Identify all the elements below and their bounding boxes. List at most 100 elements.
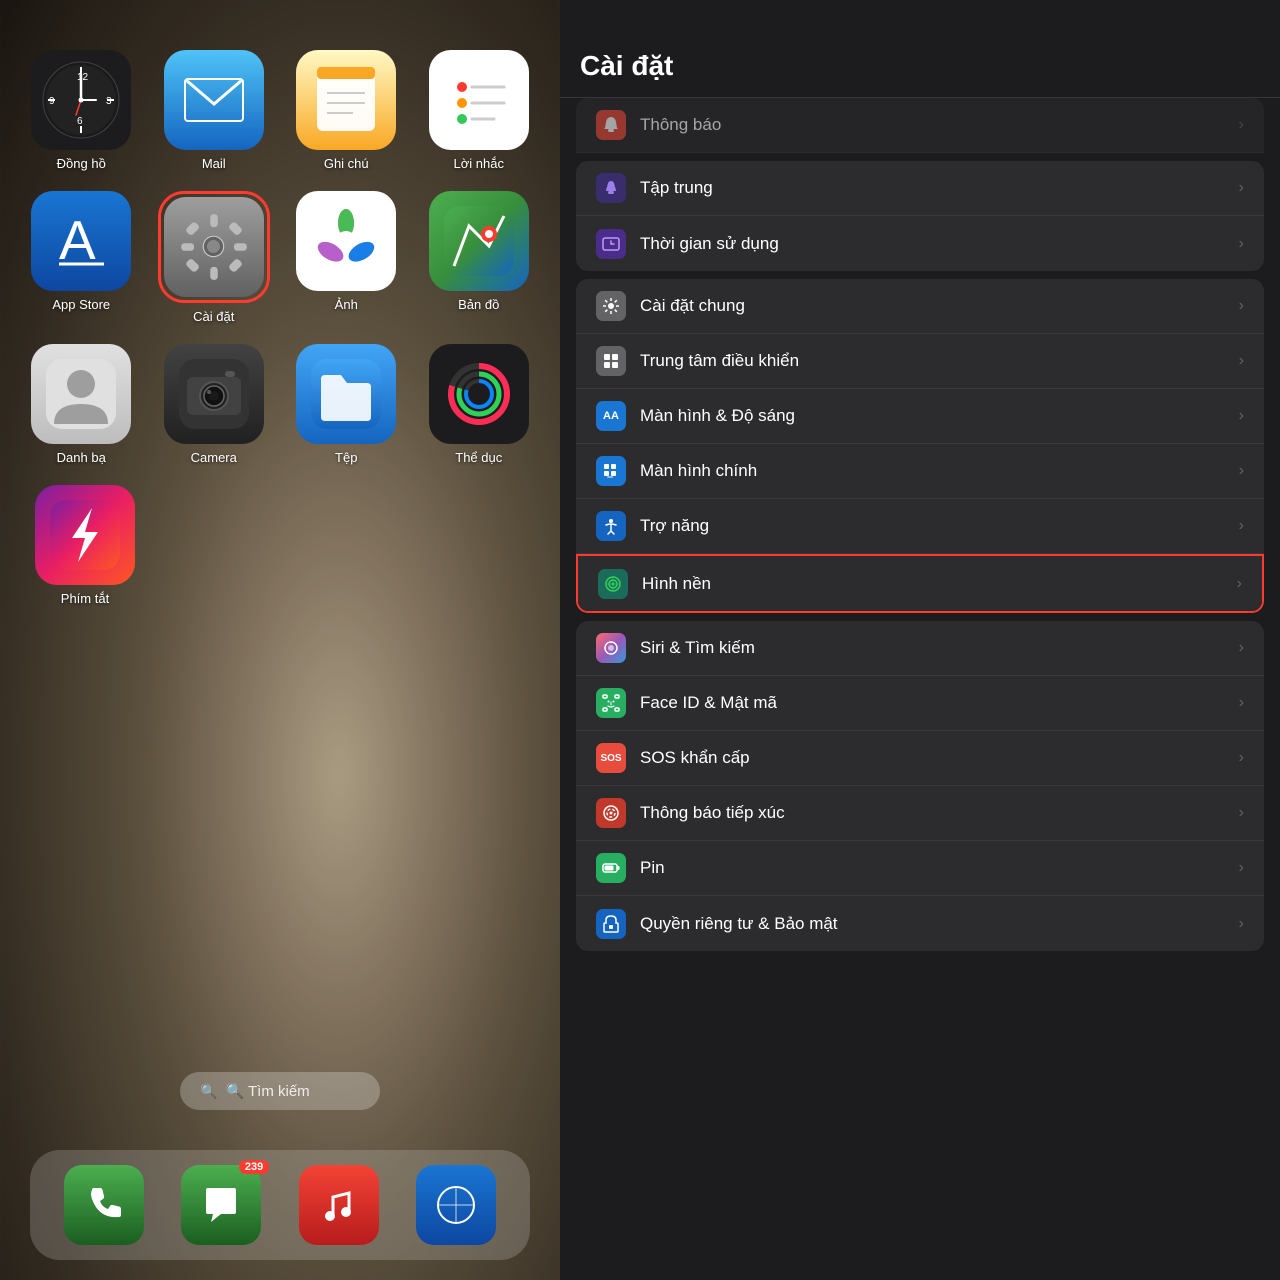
maps-icon	[429, 191, 529, 291]
battery-row-icon	[596, 853, 626, 883]
reminders-label: Lời nhắc	[454, 156, 504, 171]
home-screen-panel: 12 6 9 3 Đồng hồ	[0, 0, 560, 1280]
siri-label: Siri & Tìm kiếm	[640, 638, 1239, 658]
mail-icon	[164, 50, 264, 150]
search-bar-text: 🔍 Tìm kiếm	[225, 1082, 309, 1100]
contact-tracing-chevron: ›	[1239, 804, 1244, 822]
app-item-files[interactable]: Tệp	[285, 344, 408, 465]
settings-label: Cài đặt	[193, 309, 234, 324]
app-item-photos[interactable]: Ảnh	[285, 191, 408, 324]
notifications-label: Thông báo	[640, 115, 1239, 135]
app-item-appstore[interactable]: A App Store	[20, 191, 143, 324]
search-bar[interactable]: 🔍 🔍 Tìm kiếm	[180, 1072, 380, 1110]
row-homescreen[interactable]: Màn hình chính ›	[576, 444, 1264, 499]
homescreen-row-icon	[596, 456, 626, 486]
files-icon	[296, 344, 396, 444]
app-item-fitness[interactable]: Thể dục	[418, 344, 541, 465]
screentime-chevron: ›	[1239, 235, 1244, 253]
group-focus: Tập trung › Thời gian sử dụng ›	[576, 161, 1264, 271]
focus-label: Tập trung	[640, 178, 1239, 198]
notes-label: Ghi chú	[324, 156, 369, 171]
app-item-camera[interactable]: Camera	[153, 344, 276, 465]
general-chevron: ›	[1239, 297, 1244, 315]
row-screentime[interactable]: Thời gian sử dụng ›	[576, 216, 1264, 271]
settings-panel: Cài đặt Thông báo › Tập trung ›	[560, 0, 1280, 1280]
dock-safari[interactable]	[416, 1165, 496, 1245]
display-label: Màn hình & Độ sáng	[640, 406, 1239, 426]
faceid-row-icon	[596, 688, 626, 718]
row-display[interactable]: AA Màn hình & Độ sáng ›	[576, 389, 1264, 444]
app-item-settings[interactable]: Cài đặt	[153, 191, 276, 324]
group-services: Siri & Tìm kiếm › F	[576, 621, 1264, 951]
row-siri[interactable]: Siri & Tìm kiếm ›	[576, 621, 1264, 676]
sos-row-icon: SOS	[596, 743, 626, 773]
battery-label: Pin	[640, 858, 1239, 878]
row-battery[interactable]: Pin ›	[576, 841, 1264, 896]
settings-list: Thông báo › Tập trung ›	[560, 98, 1280, 1280]
row-sos[interactable]: SOS SOS khẩn cấp ›	[576, 731, 1264, 786]
svg-text:12: 12	[77, 72, 89, 83]
sos-chevron: ›	[1239, 749, 1244, 767]
row-wallpaper[interactable]: Hình nền ›	[578, 556, 1262, 611]
shortcuts-icon	[35, 485, 135, 585]
row-accessibility[interactable]: Trợ năng ›	[576, 499, 1264, 554]
settings-highlight	[158, 191, 270, 303]
row-contact-tracing[interactable]: Thông báo tiếp xúc ›	[576, 786, 1264, 841]
row-control[interactable]: Trung tâm điều khiển ›	[576, 334, 1264, 389]
search-bar-container: 🔍 🔍 Tìm kiếm	[20, 606, 540, 1150]
control-label: Trung tâm điều khiển	[640, 351, 1239, 371]
appstore-label: App Store	[52, 297, 110, 312]
row-faceid[interactable]: Face ID & Mật mã ›	[576, 676, 1264, 731]
app-item-contacts[interactable]: Danh bạ	[20, 344, 143, 465]
privacy-label: Quyền riêng tư & Bảo mật	[640, 914, 1239, 934]
app-item-shortcuts[interactable]: Phím tắt	[35, 485, 135, 606]
control-row-icon	[596, 346, 626, 376]
clock-icon: 12 6 9 3	[31, 50, 131, 150]
photos-label: Ảnh	[335, 297, 358, 312]
dock-messages[interactable]: 239	[181, 1165, 261, 1245]
app-item-reminders[interactable]: Lời nhắc	[418, 50, 541, 171]
notifications-chevron: ›	[1239, 116, 1244, 134]
appstore-icon: A	[31, 191, 131, 291]
settings-icon	[164, 197, 264, 297]
svg-text:6: 6	[77, 116, 83, 127]
display-row-icon: AA	[596, 401, 626, 431]
row-general[interactable]: Cài đặt chung ›	[576, 279, 1264, 334]
contact-tracing-label: Thông báo tiếp xúc	[640, 803, 1239, 823]
screentime-label: Thời gian sử dụng	[640, 234, 1239, 254]
wallpaper-row-icon	[598, 569, 628, 599]
fitness-label: Thể dục	[455, 450, 502, 465]
row-focus[interactable]: Tập trung ›	[576, 161, 1264, 216]
focus-chevron: ›	[1239, 179, 1244, 197]
siri-chevron: ›	[1239, 639, 1244, 657]
app-item-clock[interactable]: 12 6 9 3 Đồng hồ	[20, 50, 143, 171]
app-item-notes[interactable]: Ghi chú	[285, 50, 408, 171]
dock-music[interactable]	[299, 1165, 379, 1245]
wallpaper-label: Hình nền	[642, 574, 1237, 594]
messages-badge: 239	[239, 1160, 269, 1174]
app-grid: 12 6 9 3 Đồng hồ	[20, 50, 540, 465]
accessibility-label: Trợ năng	[640, 516, 1239, 536]
app-item-mail[interactable]: Mail	[153, 50, 276, 171]
general-row-icon	[596, 291, 626, 321]
svg-text:A: A	[59, 209, 96, 271]
search-icon: 🔍	[200, 1083, 217, 1100]
privacy-chevron: ›	[1239, 915, 1244, 933]
app-item-maps[interactable]: Bản đồ	[418, 191, 541, 324]
accessibility-chevron: ›	[1239, 517, 1244, 535]
wallpaper-wrapper: Hình nền ›	[576, 554, 1264, 613]
dock-phone[interactable]	[64, 1165, 144, 1245]
svg-text:3: 3	[106, 96, 112, 107]
row-privacy[interactable]: Quyền riêng tư & Bảo mật ›	[576, 896, 1264, 951]
contacts-label: Danh bạ	[57, 450, 106, 465]
display-aa-text: AA	[603, 410, 619, 422]
reminders-icon	[429, 50, 529, 150]
home-screen: 12 6 9 3 Đồng hồ	[0, 0, 560, 1280]
homescreen-chevron: ›	[1239, 462, 1244, 480]
fitness-icon	[429, 344, 529, 444]
wallpaper-highlight: Hình nền ›	[576, 554, 1264, 613]
faceid-chevron: ›	[1239, 694, 1244, 712]
notifications-icon	[596, 110, 626, 140]
group-display: Cài đặt chung › Trung tâm điều khiển ›	[576, 279, 1264, 613]
contacts-icon	[31, 344, 131, 444]
